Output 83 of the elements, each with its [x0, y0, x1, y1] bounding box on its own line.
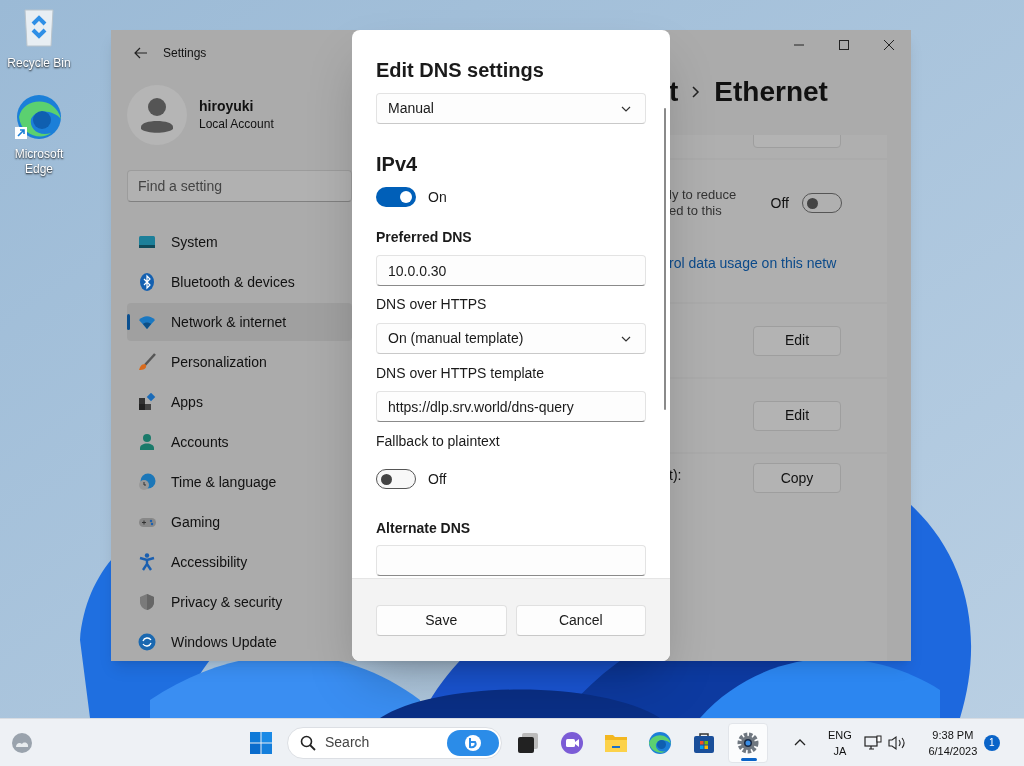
toggle-label: Off — [770, 193, 789, 213]
paintbrush-icon — [138, 353, 156, 371]
field-label: DNS over HTTPS — [376, 295, 488, 314]
windows-start-icon[interactable] — [250, 731, 272, 754]
language-indicator[interactable]: ENG — [828, 726, 852, 743]
chevron-down-icon — [621, 105, 631, 112]
nav-item[interactable]: Bluetooth & devices — [127, 263, 352, 301]
row-label: t): — [669, 466, 682, 485]
chat-bubble-icon[interactable] — [447, 729, 499, 756]
speaker-icon[interactable] — [887, 734, 906, 751]
input-field[interactable]: https://dlp.srv.world/dns-query — [376, 391, 646, 422]
nav-item[interactable]: Apps — [127, 383, 352, 421]
toggle-switch[interactable] — [376, 469, 416, 489]
dropdown[interactable]: On (manual template) — [376, 323, 646, 354]
dialog-button[interactable]: Save — [376, 605, 507, 636]
copy-button[interactable]: Copy — [753, 463, 841, 493]
field-label: Preferred DNS — [376, 228, 473, 247]
account-type: Local Account — [199, 116, 274, 133]
taskbar-app[interactable] — [728, 722, 768, 763]
toggle-label: Off — [428, 469, 447, 489]
search-icon — [300, 734, 316, 751]
maximize-icon[interactable] — [838, 40, 849, 50]
person-icon — [138, 433, 156, 451]
edge-icon[interactable] — [15, 93, 63, 141]
nav-item[interactable]: Personalization — [127, 343, 352, 381]
field-label: Fallback to plaintext — [376, 432, 501, 451]
avatar-icon — [127, 85, 187, 145]
description-text: ly to reduce — [669, 187, 737, 203]
video-chat-icon — [560, 730, 584, 755]
refresh-icon — [138, 633, 156, 651]
edit-button[interactable]: Edit — [753, 400, 841, 431]
close-icon[interactable] — [883, 40, 894, 50]
input-field[interactable] — [376, 545, 646, 576]
search-field[interactable]: Find a setting — [127, 170, 352, 202]
input-field[interactable]: 10.0.0.30 — [376, 255, 646, 286]
chevron-up-icon[interactable] — [794, 739, 806, 746]
nav-item[interactable]: Accessibility — [127, 543, 352, 581]
language-indicator[interactable]: JA — [833, 742, 847, 759]
edit-button[interactable]: Edit — [753, 325, 841, 356]
apps-icon — [138, 393, 156, 411]
edge-icon — [648, 730, 672, 755]
field-label: DNS over HTTPS template — [376, 364, 546, 383]
page-title: Ethernet — [714, 74, 828, 109]
toggle-label: On — [428, 187, 447, 207]
nav-item[interactable]: Accounts — [127, 423, 352, 461]
store-icon — [692, 730, 716, 755]
chevron-down-icon — [621, 335, 631, 342]
globe-clock-icon — [138, 473, 156, 491]
scrollbar[interactable] — [664, 108, 666, 410]
description-text: ed to this — [669, 203, 723, 219]
window-title: Settings — [163, 45, 207, 62]
active-indicator — [741, 757, 757, 761]
toggle-switch[interactable] — [376, 187, 416, 207]
dialog-button[interactable]: Cancel — [515, 605, 646, 636]
nav-item[interactable]: Time & language — [127, 463, 352, 501]
field-label: Alternate DNS — [376, 519, 472, 538]
search-box[interactable]: Search — [287, 726, 502, 759]
breadcrumb-parent[interactable]: t — [669, 70, 679, 113]
shield-icon — [138, 593, 156, 611]
network-icon[interactable] — [863, 734, 882, 751]
notification-badge[interactable]: 1 — [983, 734, 1000, 751]
gear-icon — [736, 730, 760, 755]
section-heading: IPv4 — [376, 152, 419, 176]
nav-item[interactable]: Privacy & security — [127, 583, 352, 621]
nav-item[interactable]: Windows Update — [127, 623, 352, 661]
bluetooth-icon — [138, 273, 156, 291]
account-name: hiroyuki — [199, 97, 255, 115]
monitor-icon — [138, 233, 156, 251]
wifi-icon — [138, 313, 156, 331]
nav-item[interactable]: Network & internet — [127, 303, 352, 341]
search-placeholder: Search — [325, 733, 370, 752]
selection-indicator — [127, 314, 130, 330]
chevron-right-icon — [692, 85, 701, 98]
dropdown[interactable]: Manual — [376, 93, 646, 124]
clock[interactable]: 9:38 PM 6/14/2023 — [921, 722, 984, 763]
toggle-switch[interactable] — [802, 193, 842, 213]
nav-item[interactable]: Gaming — [127, 503, 352, 541]
accessibility-icon — [138, 553, 156, 571]
link[interactable]: rol data usage on this netw — [669, 253, 887, 274]
nav-item[interactable]: System — [127, 223, 352, 261]
dialog-title: Edit DNS settings — [376, 59, 544, 81]
task-view-icon — [516, 730, 540, 755]
back-icon[interactable] — [133, 45, 149, 61]
